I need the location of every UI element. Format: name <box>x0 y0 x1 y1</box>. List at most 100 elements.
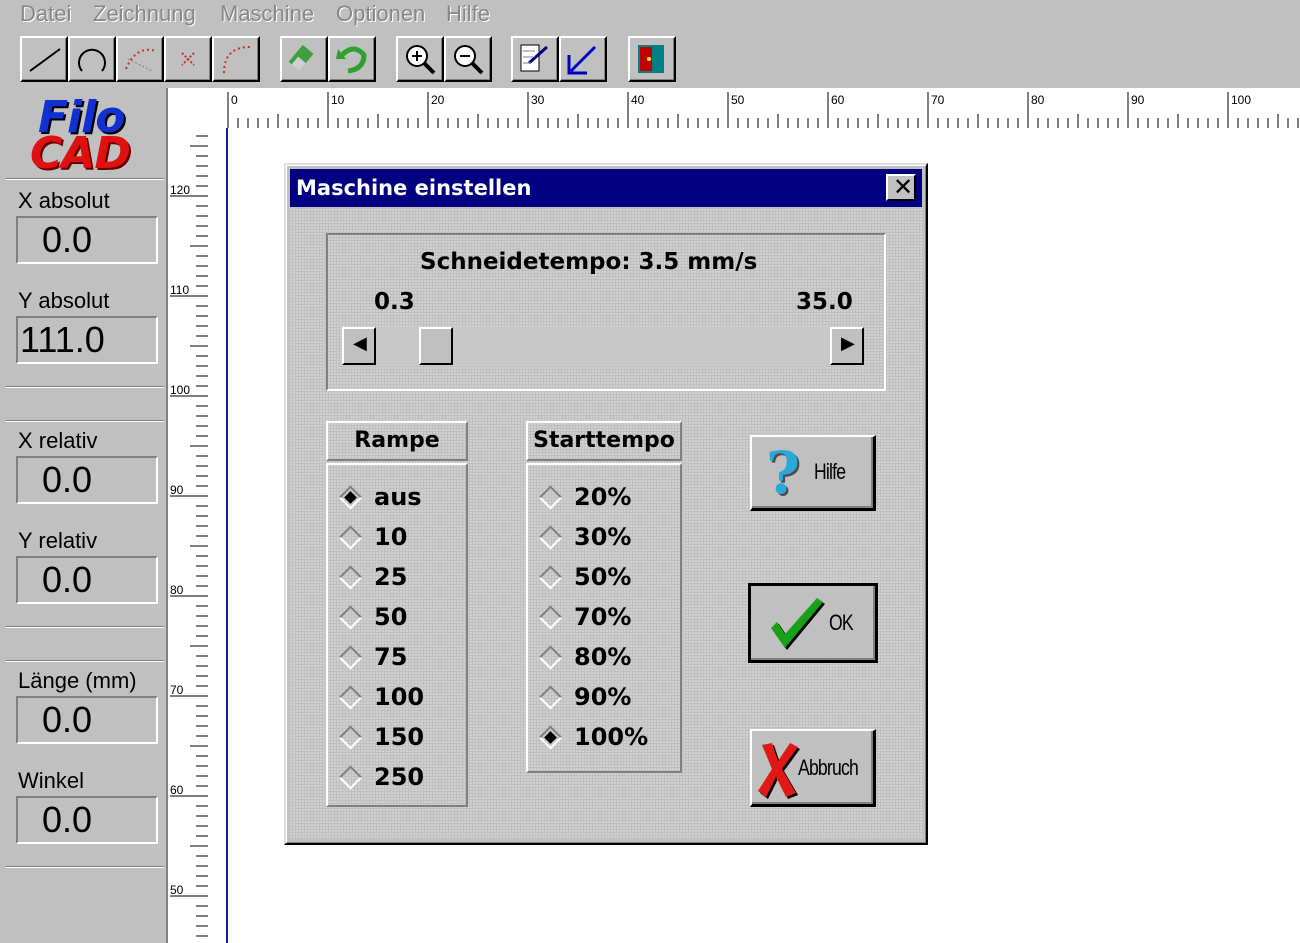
radio-indicator <box>538 645 563 670</box>
rampe-header: Rampe <box>326 421 468 461</box>
edit-tools-group <box>280 36 376 82</box>
ruler-label: 90 <box>1131 93 1145 107</box>
speed-max-label: 35.0 <box>796 289 853 315</box>
starttempo-header: Starttempo <box>526 421 682 461</box>
rampe-option[interactable]: 25 <box>334 561 464 597</box>
menu-optionen[interactable]: Optionen <box>336 1 425 27</box>
dialog-body: Schneidetempo: 3.5 mm/s 0.3 35.0 ◀ ▶ Ram… <box>290 209 922 839</box>
pen-edit-button[interactable] <box>511 36 559 82</box>
ok-button[interactable]: OK <box>748 583 878 663</box>
logo-cad: CAD <box>30 128 131 179</box>
ruler-label: 40 <box>631 93 645 107</box>
ruler-label: 70 <box>170 683 184 697</box>
panel-divider <box>6 178 164 180</box>
y-relativ-label: Y relativ <box>18 528 98 553</box>
radio-label: 70% <box>574 603 632 631</box>
rampe-option[interactable]: 75 <box>334 641 464 677</box>
zoom-tools-group <box>396 36 492 82</box>
radio-label: 20% <box>574 483 632 511</box>
starttempo-option[interactable]: 30% <box>534 521 664 557</box>
ruler-label: 60 <box>831 93 845 107</box>
starttempo-option[interactable]: 80% <box>534 641 664 677</box>
starttempo-option[interactable]: 100% <box>534 721 664 757</box>
radio-label: 75 <box>374 643 408 671</box>
dialog-titlebar[interactable]: Maschine einstellen ✕ <box>290 169 922 207</box>
rampe-option[interactable]: 250 <box>334 761 464 797</box>
point-tool-button[interactable] <box>164 36 212 82</box>
rampe-option[interactable]: aus <box>334 481 464 517</box>
radio-label: 50 <box>374 603 408 631</box>
machine-tools-group <box>511 36 607 82</box>
panel-divider <box>6 660 164 662</box>
rampe-option[interactable]: 150 <box>334 721 464 757</box>
speed-slider[interactable]: ◀ ▶ <box>342 327 864 365</box>
starttempo-option[interactable]: 90% <box>534 681 664 717</box>
draw-tools-group <box>20 36 260 82</box>
panel-divider <box>6 626 164 628</box>
x-absolut-label: X absolut <box>18 188 110 213</box>
radio-label: 10 <box>374 523 408 551</box>
radio-indicator <box>338 605 363 630</box>
curve-tool-button[interactable] <box>116 36 164 82</box>
radio-indicator <box>338 725 363 750</box>
slider-thumb[interactable] <box>419 327 453 365</box>
zoom-out-icon <box>454 45 484 75</box>
rampe-option[interactable]: 100 <box>334 681 464 717</box>
menu-datei[interactable]: Datei <box>20 1 71 27</box>
arc-tool-button[interactable] <box>68 36 116 82</box>
cut-arrow-button[interactable] <box>559 36 607 82</box>
ok-button-label: OK <box>829 610 854 635</box>
help-button[interactable]: ? ? Hilfe <box>750 435 876 511</box>
cancel-button[interactable]: Abbruch <box>750 729 876 807</box>
menu-maschine[interactable]: Maschine <box>220 1 314 27</box>
starttempo-option[interactable]: 20% <box>534 481 664 517</box>
arc-dotted-tool-button[interactable] <box>212 36 260 82</box>
panel-divider <box>6 866 164 868</box>
coordinates-panel: Filo CAD X absolut 0.0 Y absolut 111.0 X… <box>0 88 168 943</box>
winkel-field: 0.0 <box>16 796 158 844</box>
menu-zeichnung[interactable]: Zeichnung <box>93 1 196 27</box>
ruler-label: 70 <box>931 93 945 107</box>
exit-button[interactable] <box>628 36 676 82</box>
cutting-speed-label: Schneidetempo: 3.5 mm/s <box>420 249 758 275</box>
rampe-option[interactable]: 10 <box>334 521 464 557</box>
starttempo-option[interactable]: 50% <box>534 561 664 597</box>
left-arrow-icon: ◀ <box>353 333 367 353</box>
ruler-label: 90 <box>170 483 184 497</box>
vertical-ruler: 120 110 100 90 80 70 60 50 <box>168 130 208 943</box>
menu-hilfe[interactable]: Hilfe <box>446 1 490 27</box>
winkel-label: Winkel <box>18 768 85 793</box>
pen-edit-icon <box>520 44 548 72</box>
rampe-option[interactable]: 50 <box>334 601 464 637</box>
slider-left-button[interactable]: ◀ <box>342 327 376 365</box>
radio-label: aus <box>374 483 422 511</box>
laenge-label: Länge (mm) <box>18 668 137 693</box>
right-arrow-icon: ▶ <box>841 333 855 353</box>
filocad-logo: Filo CAD <box>24 92 154 179</box>
x-relativ-field: 0.0 <box>16 456 158 504</box>
slider-right-button[interactable]: ▶ <box>830 327 864 365</box>
ruler-label: 100 <box>1231 93 1251 107</box>
ruler-label: 50 <box>731 93 745 107</box>
radio-label: 100 <box>374 683 425 711</box>
vertical-ruler-scale: 120 110 100 90 80 70 60 50 <box>170 135 208 937</box>
undo-button[interactable] <box>328 36 376 82</box>
eraser-button[interactable] <box>280 36 328 82</box>
line-tool-button[interactable] <box>20 36 68 82</box>
y-axis-line <box>226 128 228 943</box>
ruler-label: 0 <box>231 93 238 107</box>
starttempo-option[interactable]: 70% <box>534 601 664 637</box>
menu-bar: Datei Zeichnung Maschine Optionen Hilfe <box>0 0 1300 30</box>
eraser-icon <box>288 44 314 71</box>
checkmark-icon <box>771 598 825 650</box>
ruler-label: 110 <box>170 283 189 297</box>
y-absolut-label: Y absolut <box>18 288 110 313</box>
close-button[interactable]: ✕ <box>886 173 916 201</box>
rampe-options: aus 10 25 50 75 100 150 250 <box>326 463 468 807</box>
x-relativ-label: X relativ <box>18 428 98 453</box>
radio-indicator <box>338 645 363 670</box>
line-icon <box>29 48 61 72</box>
zoom-out-button[interactable] <box>444 36 492 82</box>
arrow-cut-icon <box>567 45 597 75</box>
zoom-in-button[interactable] <box>396 36 444 82</box>
